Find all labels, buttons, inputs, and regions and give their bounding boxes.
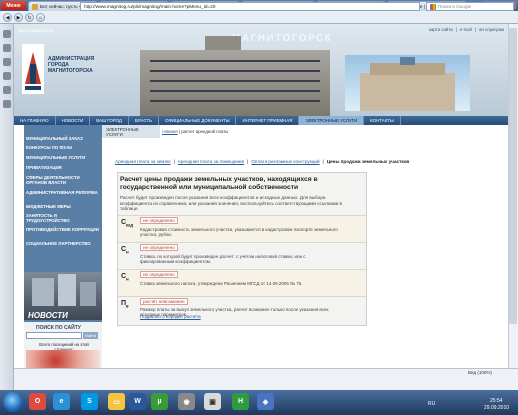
tab-favicon-icon [32,3,38,10]
google-icon [430,3,436,10]
coef-value-link[interactable]: не определено [140,271,178,278]
google-search-input[interactable]: Поиск в Google [426,2,514,11]
history-icon[interactable] [3,86,11,94]
back-icon[interactable]: ◀ [3,13,12,22]
left-menu-item[interactable]: Противодействие коррупции [26,227,100,232]
mail-icon[interactable] [3,58,11,66]
system-tray: RU 25:54 29.09.2010 [426,397,518,413]
extra-link[interactable]: ая сприграм [479,27,504,32]
clock-date[interactable]: 29.09.2010 [484,405,509,411]
nav-home[interactable]: НА ГЛАВНУЮ [14,116,56,125]
notes-icon[interactable] [3,72,11,80]
left-menu-item[interactable]: Социальное партнерство [26,241,100,246]
coef-description: Ставка, по которой будет произведен расч… [140,254,306,265]
breadcrumb: главная | расчет арендной платы [162,129,228,134]
breadcrumb-separator: | [178,129,181,134]
calculator-title: Расчет цены продажи земельных участков, … [120,176,318,191]
section-label: ЭЛЕКТРОННЫЕ УСЛУГИ [102,125,160,138]
left-menu-item[interactable]: Административная реформа [26,190,100,195]
coef-value-link[interactable]: не определено [140,217,178,224]
tab-advertising[interactable]: Оплата рекламных конструкций [251,159,319,164]
site-domain: www.magnitog.ru [18,28,54,33]
tab-land-rent[interactable]: Арендная плата за землю [115,159,171,164]
home-icon[interactable]: ⌂ [36,13,45,22]
left-menu-item[interactable]: Сферы деятельности органов власти [26,175,100,185]
separator: | [247,159,249,164]
left-menu-item[interactable]: Занятость и трудоустройство [26,213,100,223]
folder-icon[interactable]: ▭ [108,393,125,410]
forward-icon[interactable]: ▶ [14,13,23,22]
skype-icon[interactable]: S [81,393,98,410]
browser-status-bar [14,368,518,390]
nav-reception[interactable]: ИНТЕРНЕТ ПРИЕМНАЯ [236,116,300,125]
tab-land-sale-price[interactable]: Цены продажи земельных участков [327,159,410,164]
top-links: карта сайта | e-mail | ая сприграм [429,27,504,32]
search-title: ПОИСК ПО САЙТУ [36,325,81,331]
tab-premises-rent[interactable]: Арендная плата за помещения [178,159,244,164]
calc-tabs: Арендная плата за землю | Арендная плата … [115,159,409,164]
theatre-photo [345,55,470,111]
admin-title: Администрация города Магнитогорска [48,56,95,74]
breadcrumb-current: расчет арендной платы [181,129,229,134]
coef-symbol: Скад [121,219,134,228]
left-menu-item[interactable]: Приватизация [26,165,100,170]
left-menu-item[interactable]: Муниципальный заказ [26,136,100,141]
nav-official-docs[interactable]: ОФИЦИАЛЬНЫЕ ДОКУМЕНТЫ [159,116,237,125]
sitemap-link[interactable]: карта сайта [429,27,453,32]
visitors-map [26,350,100,368]
opera-icon[interactable]: O [29,393,46,410]
nav-news[interactable]: НОВОСТИ [56,116,91,125]
breadcrumb-home[interactable]: главная [162,129,178,134]
email-link[interactable]: e-mail [460,27,472,32]
nav-your-city[interactable]: ВАШ ГОРОД [90,116,129,125]
coef-description: Кадастровая стоимость земельного участка… [140,227,338,238]
city-logo-icon[interactable] [22,44,44,94]
speed-dial-icon[interactable] [3,30,11,38]
city-hall-photo [140,50,330,116]
bookmarks-icon[interactable] [3,44,11,52]
separator: | [322,159,324,164]
app-icon[interactable]: ◉ [178,393,195,410]
site-search-button[interactable]: Найти [83,332,98,339]
coef-value-link[interactable]: не определено [140,244,178,251]
search-placeholder: Поиск в Google [438,4,472,9]
coef-symbol: Сн [121,273,129,282]
address-bar [0,11,518,24]
separator: | [173,159,175,164]
city-watermark: МАГНИТОГОРСК [232,33,333,44]
window-icon[interactable]: ▣ [204,393,221,410]
clock-time[interactable]: 25:54 [490,398,503,404]
nav-power[interactable]: ВЛАСТЬ [129,116,160,125]
zoom-level[interactable]: Вид (100%) [468,370,492,375]
explorer-icon[interactable]: e [53,393,70,410]
scrollbar-thumb[interactable] [509,28,517,324]
utorrent-icon[interactable]: µ [151,393,168,410]
url-input[interactable]: http://www.magnitog.ru/pls/magnitog/main… [80,2,420,11]
language-indicator[interactable]: RU [428,401,435,407]
news-label: НОВОСТИ [28,311,68,320]
coef-symbol: Сн [121,246,129,255]
start-button[interactable] [3,392,23,412]
reload-icon[interactable]: ↻ [25,13,34,22]
result-status: расчёт невозможен [140,298,188,305]
browser-menu-button[interactable]: Меню [1,1,26,10]
nav-e-services[interactable]: ЭЛЕКТРОННЫЕ УСЛУГИ [299,116,365,125]
left-menu-item[interactable]: Конкурсы по ФЗ-94 [26,145,100,150]
viewer-icon[interactable]: ◈ [257,393,274,410]
coef-description: Ставка земельного налога, утверждена Реш… [140,281,303,286]
word-icon[interactable]: W [129,393,146,410]
left-menu-item[interactable]: Муниципальные услуги [26,155,100,160]
coef-symbol: Пв [121,300,129,309]
greenshot-icon[interactable]: H [232,393,249,410]
main-nav: НА ГЛАВНУЮ НОВОСТИ ВАШ ГОРОД ВЛАСТЬ ОФИЦ… [14,116,508,125]
site-search-input[interactable] [26,332,82,339]
separator: | [474,27,476,32]
calculator-intro: Расчет будет произведен после указания в… [120,195,342,211]
separator: | [455,27,457,32]
calc-details-link[interactable]: Подробно о порядке расчёта [140,314,201,319]
nav-contacts[interactable]: КОНТАКТЫ [364,116,401,125]
downloads-icon[interactable] [3,100,11,108]
left-menu-item[interactable]: Бюджетные меры [26,204,100,209]
